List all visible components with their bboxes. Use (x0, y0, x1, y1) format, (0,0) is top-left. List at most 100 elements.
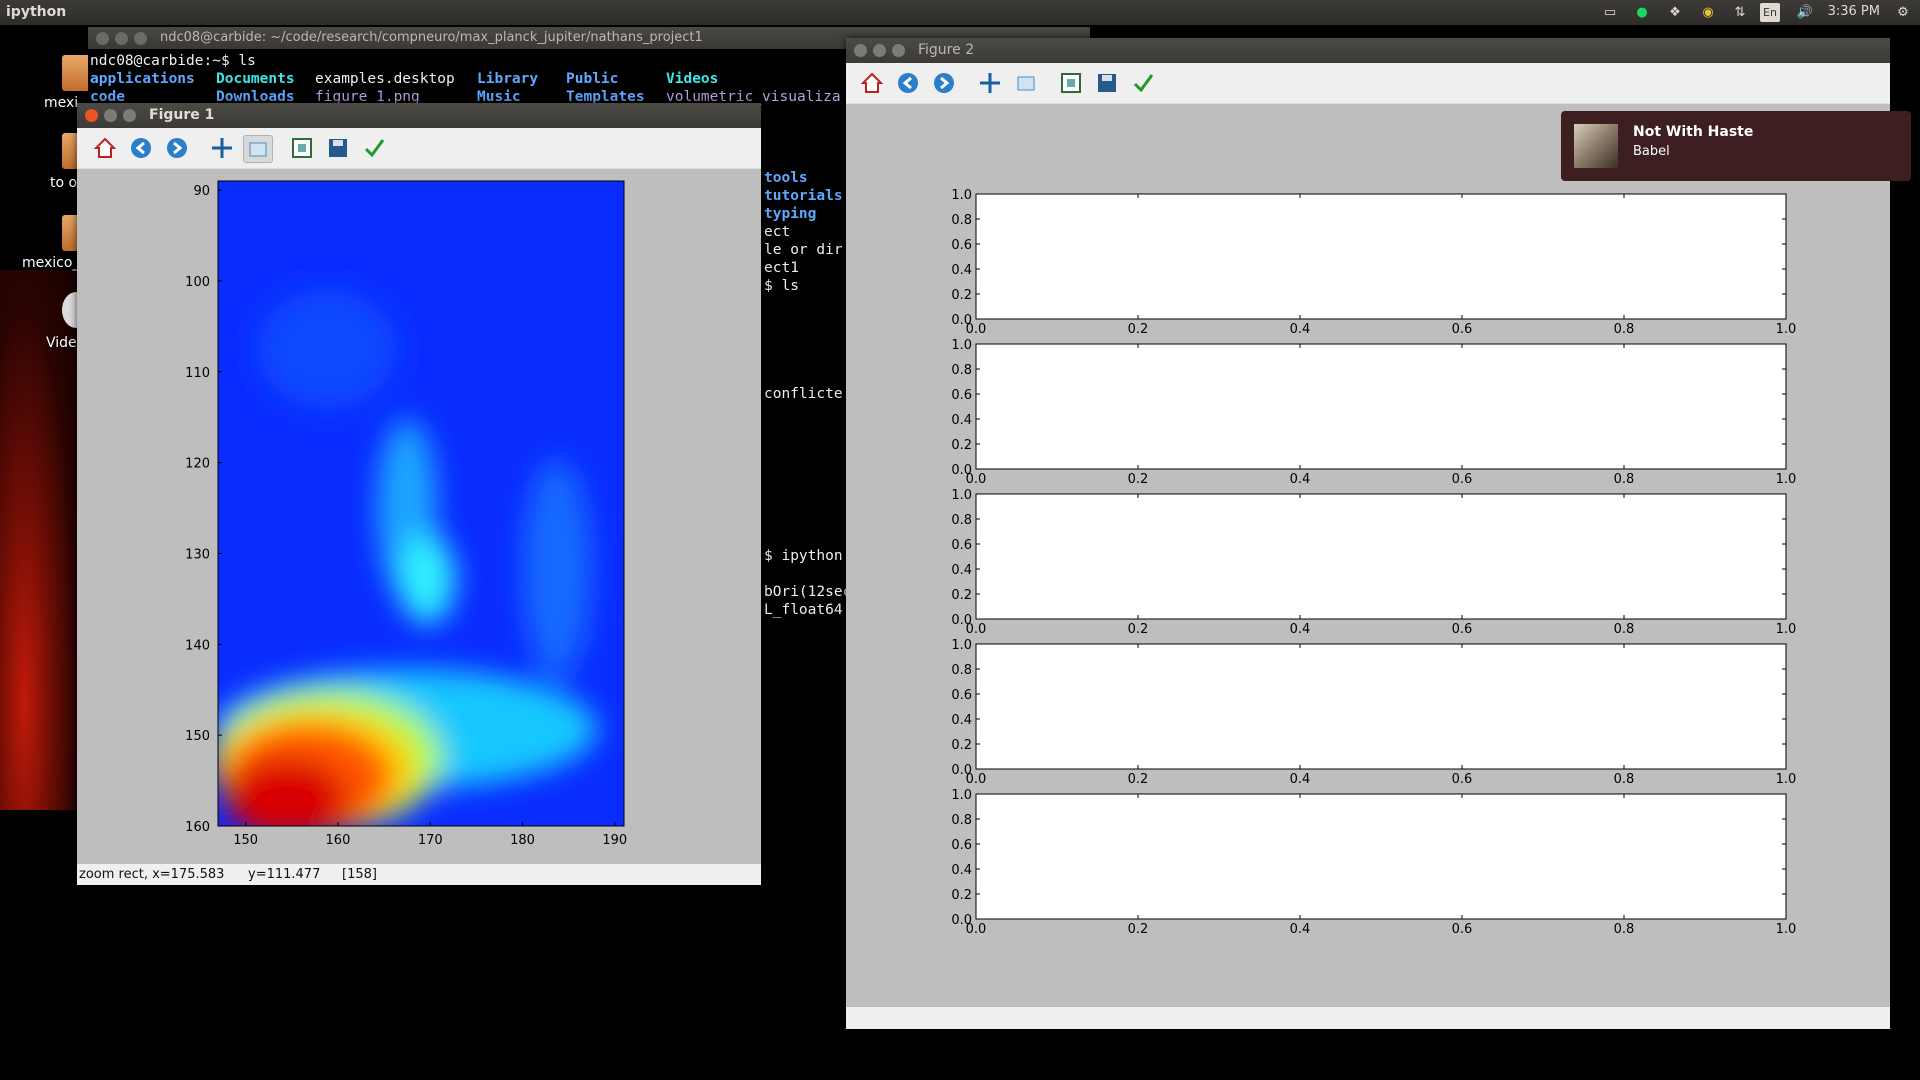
desktop-icon-label[interactable]: mexi (44, 95, 78, 111)
x-tick-label: 0.8 (1614, 472, 1635, 487)
x-tick-label: 0.4 (1290, 322, 1311, 337)
save-button[interactable] (324, 135, 352, 161)
x-tick-label: 0.2 (1128, 622, 1149, 637)
subplot-axes[interactable]: 0.0 0.2 0.4 0.6 0.8 1.00.00.20.40.60.81.0 (951, 638, 1796, 787)
x-tick-label: 0.8 (1614, 622, 1635, 637)
forward-button[interactable] (163, 135, 191, 161)
terminal-output-line: conflicte (764, 386, 843, 402)
edit-axes-button[interactable] (360, 135, 388, 161)
desktop-icon-label[interactable]: mexico_ (22, 255, 79, 271)
heatmap-image (218, 181, 624, 826)
minimize-icon[interactable] (115, 32, 128, 45)
pan-button[interactable] (976, 70, 1004, 96)
home-button[interactable] (858, 70, 886, 96)
figure1-canvas[interactable]: 150 160 170 180 190 90 100 110 120 130 140 150 160 (77, 169, 761, 864)
status-cursor-x: zoom rect, x=175.583 (79, 867, 225, 882)
chrome-icon[interactable]: ◉ (1698, 3, 1718, 22)
forward-icon (934, 73, 954, 93)
subplot-axes[interactable]: 0.0 0.2 0.4 0.6 0.8 1.00.00.20.40.60.81.0 (951, 338, 1796, 487)
y-tick-label: 0.8 (951, 513, 972, 528)
y-tick-label: 0.4 (951, 563, 972, 578)
subplots-button[interactable] (1057, 70, 1085, 96)
y-tick-label: 0.6 (951, 238, 972, 253)
top-panel: ipython ▭ ● ❖ ◉ ⇅ En 🔊 3:36 PM ⚙ (0, 0, 1920, 25)
subplot-frame (975, 643, 1787, 770)
subplot-axes[interactable]: 0.0 0.2 0.4 0.6 0.8 1.00.00.20.40.60.81.0 (951, 188, 1796, 337)
edit-axes-button[interactable] (1129, 70, 1157, 96)
terminal-output-line: tutorials (764, 188, 843, 204)
x-tick-label: 0.4 (1290, 922, 1311, 937)
active-app-name: ipython (6, 4, 67, 20)
keyboard-layout-indicator[interactable]: En (1760, 3, 1780, 22)
figure2-toolbar (846, 63, 1890, 104)
close-icon[interactable] (85, 109, 98, 122)
desktop-icon-label[interactable]: to o (50, 175, 77, 191)
settings-gear-icon[interactable]: ⚙ (1893, 3, 1913, 22)
y-tick-label: 0.2 (951, 288, 972, 303)
x-tick-label: 0.4 (1290, 772, 1311, 787)
save-button[interactable] (1093, 70, 1121, 96)
zoom-button[interactable] (243, 135, 273, 163)
minimize-icon[interactable] (104, 109, 117, 122)
figure1-title: Figure 1 (149, 107, 215, 123)
y-tick-label: 0.6 (951, 388, 972, 403)
terminal-output-line: ect (764, 224, 791, 240)
x-tick-label: 0.4 (1290, 622, 1311, 637)
y-tick-label: 0.0 (951, 763, 972, 778)
y-tick-label: 160 (185, 820, 210, 835)
figure1-window[interactable]: Figure 1 150 160 170 180 190 90 100 110 … (77, 103, 761, 885)
network-icon[interactable]: ▭ (1600, 3, 1620, 22)
home-button[interactable] (91, 135, 119, 161)
desktop-icon-label[interactable]: Vide (46, 335, 77, 351)
forward-icon (167, 138, 187, 158)
y-tick-label: 0.4 (951, 863, 972, 878)
y-tick-label: 0.0 (951, 613, 972, 628)
close-icon[interactable] (854, 44, 867, 57)
maximize-icon[interactable] (892, 44, 905, 57)
zoom-icon (249, 142, 267, 157)
x-tick-label: 0.4 (1290, 472, 1311, 487)
close-icon[interactable] (96, 32, 109, 45)
figure2-window[interactable]: Figure 2 0.0 0.2 0.4 0.6 0.8 1.0 0.0 0.2 0.4 0.6 0… (846, 38, 1890, 1029)
folder-icon[interactable] (62, 55, 90, 91)
x-tick-label: 160 (326, 833, 351, 848)
subplot-axes[interactable]: 0.0 0.2 0.4 0.6 0.8 1.00.00.20.40.60.81.0 (951, 788, 1796, 937)
y-tick-label: 0.0 (951, 463, 972, 478)
transfer-icon[interactable]: ⇅ (1730, 3, 1750, 22)
maximize-icon[interactable] (134, 32, 147, 45)
figure2-statusbar (846, 1007, 1890, 1029)
minimize-icon[interactable] (873, 44, 886, 57)
x-tick-label: 1.0 (1776, 922, 1797, 937)
x-tick-label: 190 (602, 833, 627, 848)
maximize-icon[interactable] (123, 109, 136, 122)
y-tick-label: 0.0 (951, 913, 972, 928)
subplot-axes[interactable]: 0.0 0.2 0.4 0.6 0.8 1.00.00.20.40.60.81.0 (951, 488, 1796, 637)
x-tick-label: 1.0 (1776, 472, 1797, 487)
forward-button[interactable] (930, 70, 958, 96)
y-tick-label: 1.0 (951, 488, 972, 503)
x-tick-label: 0.6 (1452, 472, 1473, 487)
home-icon (861, 72, 883, 93)
y-tick-label: 120 (185, 457, 210, 472)
back-button[interactable] (127, 135, 155, 161)
pan-button[interactable] (208, 135, 236, 161)
terminal-output-line: tools (764, 170, 808, 186)
dropbox-icon[interactable]: ❖ (1665, 3, 1685, 22)
figure2-canvas[interactable]: 0.0 0.2 0.4 0.6 0.8 1.0 0.0 0.2 0.4 0.6 0.8 1.0 0.0 0… (846, 104, 1890, 1004)
figure1-titlebar[interactable]: Figure 1 (77, 103, 761, 128)
figure2-titlebar[interactable]: Figure 2 (846, 38, 1890, 63)
spotify-icon[interactable]: ● (1632, 3, 1652, 22)
album-art (1574, 124, 1618, 168)
x-tick-label: 0.6 (1452, 322, 1473, 337)
clock[interactable]: 3:36 PM (1828, 4, 1880, 19)
zoom-button[interactable] (1012, 70, 1040, 96)
figure1-toolbar (77, 128, 761, 169)
back-button[interactable] (894, 70, 922, 96)
x-tick-label: 0.6 (1452, 922, 1473, 937)
ls-entry: Library (477, 71, 539, 87)
music-notification[interactable]: Not With Haste Babel (1561, 111, 1911, 181)
volume-icon[interactable]: 🔊 (1795, 3, 1815, 22)
y-tick-label: 1.0 (951, 788, 972, 803)
save-icon (329, 139, 347, 157)
subplots-button[interactable] (288, 135, 316, 161)
